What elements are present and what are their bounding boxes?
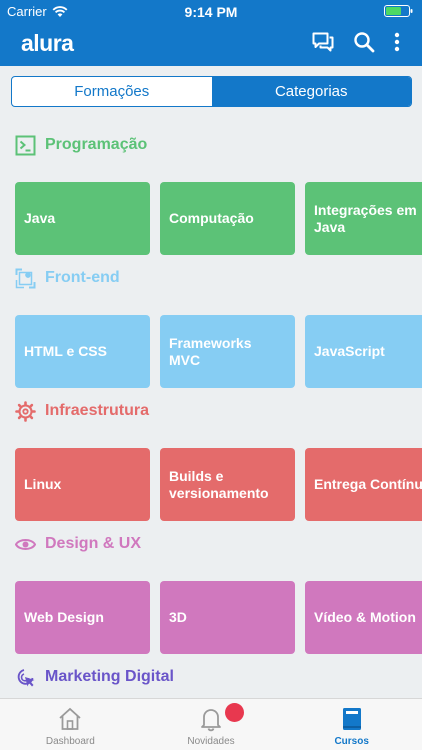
bottom-tab-bar: Dashboard Novidades Cursos: [0, 698, 422, 750]
segment-categorias[interactable]: Categorias: [211, 77, 411, 106]
frontend-icon: [15, 268, 36, 288]
category-tile[interactable]: Java: [15, 182, 150, 255]
cursor-click-icon: [17, 668, 35, 686]
category-tile[interactable]: Entrega Contínua: [305, 448, 422, 521]
section-title: Front-end: [45, 269, 120, 286]
terminal-icon: [15, 135, 36, 155]
category-list[interactable]: Programação Java Computação Integrações …: [0, 120, 422, 698]
chat-icon[interactable]: [312, 31, 334, 53]
tile-row: Linux Builds e versionamento Entrega Con…: [15, 448, 422, 521]
category-tile[interactable]: Web Design: [15, 581, 150, 654]
section-title: Design & UX: [45, 535, 142, 552]
bell-icon: [201, 709, 221, 732]
section-title: Marketing Digital: [45, 668, 174, 685]
section-header[interactable]: Infraestrutura: [15, 399, 149, 423]
tab-cursos[interactable]: Cursos: [281, 699, 422, 750]
battery-icon: [384, 5, 413, 17]
category-tile[interactable]: Integrações em Java: [305, 182, 422, 255]
app-bar: Carrier 9:14 PM alura: [0, 0, 422, 66]
tile-row: Java Computação Integrações em Java: [15, 182, 422, 255]
book-icon: [342, 708, 361, 730]
segment-formacoes[interactable]: Formações: [12, 77, 212, 106]
section-title: Infraestrutura: [45, 402, 150, 419]
category-tile[interactable]: Builds e versionamento: [160, 448, 295, 521]
tab-label: Dashboard: [45, 736, 95, 747]
more-vert-icon[interactable]: [394, 31, 400, 53]
section-header[interactable]: Design & UX: [15, 532, 141, 556]
category-tile[interactable]: Vídeo & Motion: [305, 581, 422, 654]
home-icon: [59, 707, 81, 730]
tab-novidades[interactable]: Novidades: [141, 699, 282, 750]
app-logo[interactable]: alura: [21, 30, 74, 57]
tab-dashboard[interactable]: Dashboard: [0, 699, 141, 750]
status-bar: Carrier 9:14 PM: [0, 0, 422, 22]
category-tile[interactable]: Computação: [160, 182, 295, 255]
tile-row: HTML e CSS Frameworks MVC JavaScript: [15, 315, 422, 388]
eye-icon: [15, 538, 36, 550]
status-time: 9:14 PM: [184, 4, 238, 20]
category-tile[interactable]: HTML e CSS: [15, 315, 150, 388]
category-tile[interactable]: Linux: [15, 448, 150, 521]
tab-label: Cursos: [334, 736, 369, 747]
tab-label: Novidades: [187, 736, 235, 747]
notification-badge: [224, 703, 244, 722]
section-header[interactable]: Programação: [15, 133, 147, 157]
section-title: Programação: [45, 136, 148, 153]
gear-icon: [15, 400, 36, 422]
category-tile[interactable]: Frameworks MVC: [160, 315, 295, 388]
section-header[interactable]: Front-end: [15, 266, 120, 290]
segmented-control: Formações Categorias: [11, 76, 412, 107]
search-icon[interactable]: [353, 31, 375, 53]
tile-row: Web Design 3D Vídeo & Motion: [15, 581, 422, 654]
appbar-actions: [312, 31, 400, 53]
category-tile[interactable]: JavaScript: [305, 315, 422, 388]
section-header[interactable]: Marketing Digital: [15, 665, 174, 689]
category-tile[interactable]: 3D: [160, 581, 295, 654]
